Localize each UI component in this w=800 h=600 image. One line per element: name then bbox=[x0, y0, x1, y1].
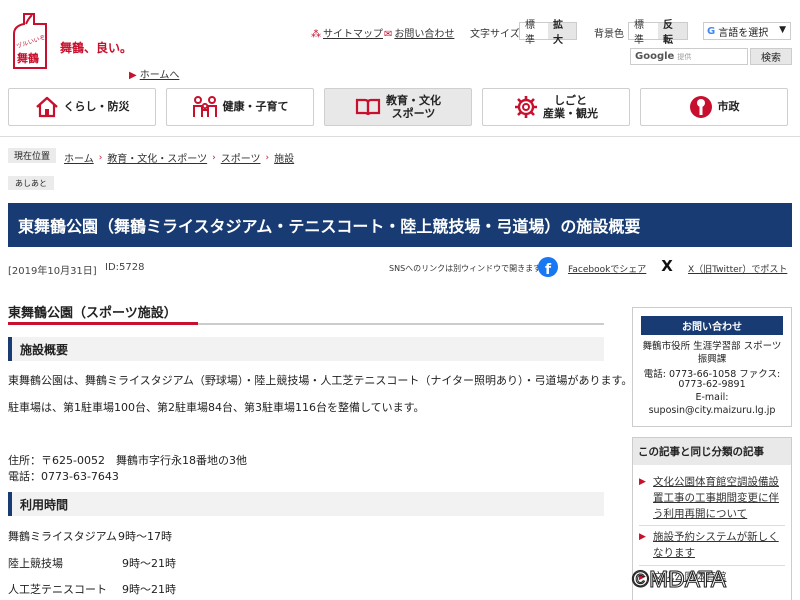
breadcrumb-label: 現在位置 bbox=[8, 148, 57, 163]
publish-date: [2019年10月31日] bbox=[8, 266, 97, 277]
hours-heading: 利用時間 bbox=[8, 492, 604, 516]
parking-paragraph: 駐車場は、第1駐車場100台、第2駐車場84台、第3駐車場116台を整備していま… bbox=[8, 401, 425, 414]
nav-label-health: 健康・子育て bbox=[222, 100, 289, 114]
page-id: ID:5728 bbox=[105, 262, 145, 273]
related-item-label[interactable]: 施設予約システムが新しくなります bbox=[639, 529, 787, 561]
section-rule bbox=[198, 323, 604, 325]
overview-heading: 施設概要 bbox=[8, 337, 604, 361]
facility-hours: 9時～21時 bbox=[122, 557, 176, 570]
related-item[interactable]: ▶ 施設予約システムが新しくなります bbox=[639, 529, 787, 561]
page-title: 東舞鶴公園（舞鶴ミライスタジアム・テニスコート・陸上競技場・弓道場）の施設概要 bbox=[8, 203, 792, 247]
contact-email[interactable]: suposin@city.maizuru.lg.jp bbox=[633, 405, 791, 416]
contact-fax: 0773-62-9891 bbox=[678, 379, 746, 390]
chevron-right-icon: › bbox=[98, 152, 103, 163]
nav-label-work: しごと 産業・観光 bbox=[543, 93, 598, 120]
bgcolor-normal-button[interactable]: 標準 bbox=[629, 20, 658, 46]
fontsize-large-button[interactable]: 拡大 bbox=[548, 20, 576, 46]
global-nav: くらし・防災 健康・子育て 教育・文化 スポーツ しごと 産業・観光 市政 bbox=[8, 88, 792, 126]
overview-paragraph: 東舞鶴公園は、舞鶴ミライスタジアム（野球場）・陸上競技場・人工芝テニスコート（ナ… bbox=[8, 374, 633, 387]
related-item[interactable]: ▶ 文化公園体育館空調設備設置工事の工事期間変更に伴う利用再開について bbox=[639, 474, 787, 522]
tagline: 舞鶴、良い。 bbox=[60, 41, 133, 55]
watermark: ©MDATA bbox=[631, 566, 727, 593]
contact-dept-2: 振興課 bbox=[697, 354, 727, 365]
book-icon bbox=[355, 98, 381, 116]
nav-item-education[interactable]: 教育・文化 スポーツ bbox=[324, 88, 472, 126]
nav-item-work[interactable]: しごと 産業・観光 bbox=[482, 88, 630, 126]
contact-heading: お問い合わせ bbox=[641, 316, 783, 335]
ashiato-label: あしあと bbox=[8, 176, 54, 190]
address-text: 住所：〒625-0052 舞鶴市字行永18番地の3他 bbox=[8, 454, 247, 467]
home-link-label[interactable]: ホームへ bbox=[140, 70, 180, 81]
mail-icon: ✉ bbox=[384, 29, 393, 40]
bgcolor-toggle: 標準 反転 bbox=[628, 20, 688, 46]
facebook-share-link[interactable]: Facebookでシェア bbox=[568, 262, 646, 275]
language-select[interactable]: G 言語を選択 ▼ bbox=[703, 22, 791, 40]
breadcrumb: ホーム › 教育・文化・スポーツ › スポーツ › 施設 bbox=[64, 150, 294, 166]
breadcrumb-facility[interactable]: 施設 bbox=[274, 150, 294, 165]
search-placeholder: 提供 bbox=[677, 52, 692, 61]
section-rule-accent bbox=[8, 322, 198, 325]
facility-hours: 9時～17時 bbox=[118, 530, 172, 543]
sns-note: SNSへのリンクは別ウィンドウで開きます bbox=[389, 264, 542, 273]
contact-link-label[interactable]: お問い合わせ bbox=[394, 29, 454, 40]
sitemap-link-label[interactable]: サイトマップ bbox=[323, 29, 383, 40]
family-icon bbox=[192, 96, 217, 117]
fontsize-normal-button[interactable]: 標準 bbox=[520, 20, 548, 46]
bgcolor-invert-button[interactable]: 反転 bbox=[658, 20, 687, 46]
nav-label-citygov: 市政 bbox=[717, 100, 740, 114]
contact-link[interactable]: ✉ お問い合わせ bbox=[384, 25, 454, 40]
contact-dept: 舞鶴市役所 生涯学習部 スポーツ bbox=[642, 341, 782, 352]
chevron-right-icon: › bbox=[265, 152, 270, 163]
nav-label-living: くらし・防災 bbox=[63, 100, 130, 114]
facility-name: 舞鶴ミライスタジアム bbox=[8, 530, 117, 543]
language-select-label: 言語を選択 bbox=[718, 27, 769, 39]
related-heading: この記事と同じ分類の記事 bbox=[633, 438, 791, 465]
city-emblem-icon bbox=[689, 96, 712, 118]
fontsize-toggle: 標準 拡大 bbox=[519, 20, 577, 46]
contact-email-label: E-mail: bbox=[695, 392, 729, 403]
facility-name: 人工芝テニスコート bbox=[8, 583, 107, 596]
bgcolor-label: 背景色 bbox=[594, 29, 624, 40]
home-link-top[interactable]: ▶ ホームへ bbox=[129, 66, 179, 81]
arrow-icon: ▶ bbox=[639, 532, 646, 542]
x-icon[interactable]: X bbox=[659, 257, 675, 275]
sitemap-icon: ⁂ bbox=[311, 29, 321, 40]
search-button[interactable]: 検索 bbox=[750, 48, 792, 65]
nav-label-education: 教育・文化 スポーツ bbox=[386, 93, 441, 120]
facility-hours: 9時～21時 bbox=[122, 583, 176, 596]
hours-row: 人工芝テニスコート 9時～21時 bbox=[8, 581, 176, 597]
fontsize-label: 文字サイズ bbox=[470, 29, 520, 40]
divider bbox=[639, 525, 785, 526]
contact-phone: 電話: 0773-66-1058 ファクス: bbox=[643, 369, 781, 380]
gear-icon bbox=[515, 96, 537, 118]
hours-row: 舞鶴ミライスタジアム 9時～17時 bbox=[8, 528, 172, 544]
google-g-icon: G bbox=[707, 25, 716, 37]
divider bbox=[0, 136, 800, 137]
facebook-icon[interactable]: f bbox=[538, 257, 558, 277]
nav-item-living[interactable]: くらし・防災 bbox=[8, 88, 156, 126]
chevron-down-icon: ▼ bbox=[779, 25, 786, 35]
svg-text:舞鶴: 舞鶴 bbox=[17, 51, 39, 65]
section-title: 東舞鶴公園（スポーツ施設） bbox=[8, 306, 177, 321]
chevron-right-icon: › bbox=[212, 152, 216, 163]
sitemap-link[interactable]: ⁂ サイトマップ bbox=[311, 25, 383, 40]
related-item-label[interactable]: 文化公園体育館空調設備設置工事の工事期間変更に伴う利用再開について bbox=[639, 474, 787, 522]
arrow-icon: ▶ bbox=[129, 70, 137, 81]
x-post-link[interactable]: X（旧Twitter）でポスト bbox=[688, 262, 787, 275]
hours-row: 陸上競技場 9時～21時 bbox=[8, 555, 176, 571]
nav-item-citygov[interactable]: 市政 bbox=[640, 88, 788, 126]
breadcrumb-sports[interactable]: スポーツ bbox=[221, 150, 261, 165]
phone-text: 電話：0773-63-7643 bbox=[8, 470, 119, 483]
house-icon bbox=[35, 96, 58, 118]
arrow-icon: ▶ bbox=[639, 477, 646, 487]
contact-box: お問い合わせ 舞鶴市役所 生涯学習部 スポーツ 振興課 電話: 0773-66-… bbox=[632, 307, 792, 427]
nav-item-health[interactable]: 健康・子育て bbox=[166, 88, 314, 126]
city-logo[interactable]: ヅルいいぞ 舞鶴 bbox=[10, 12, 54, 72]
search-input[interactable]: Google 提供 bbox=[630, 48, 748, 65]
facility-name: 陸上競技場 bbox=[8, 557, 63, 570]
breadcrumb-home[interactable]: ホーム bbox=[64, 150, 94, 165]
breadcrumb-education[interactable]: 教育・文化・スポーツ bbox=[107, 150, 207, 165]
google-label: Google bbox=[635, 51, 675, 62]
